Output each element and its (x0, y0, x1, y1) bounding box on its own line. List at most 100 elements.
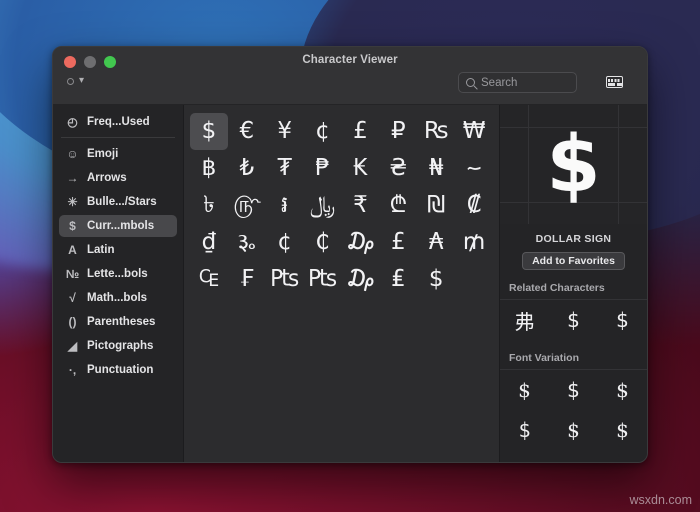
sidebar-item-label: Latin (87, 244, 115, 256)
window-body: ◴ Freq...Used ☺ Emoji → Arrows ✳ Bulle..… (53, 105, 647, 462)
character-cell[interactable]: ₡ (455, 187, 493, 224)
sidebar-item-pictographs[interactable]: ◢ Pictographs (59, 335, 177, 357)
character-cell[interactable]: ₨ (417, 113, 455, 150)
add-to-favorites-button[interactable]: Add to Favorites (522, 252, 625, 270)
character-grid-pane: $ € ¥ ¢ £ ₽ ₨ ₩ ฿ ₺ ₮ ₱ ₭ ₴ ₦ ؅ ৳ ௹ ៛ ﷼ ₹ ₾ ₪ ₡ ₫ ૱ ¢ ₵ ₯ £ ₳ ₥ ₠ ₣ ₧ ₧ ₯ ₤ $ (184, 105, 500, 462)
character-cell[interactable]: £ (342, 113, 380, 150)
sidebar-item-label: Emoji (87, 148, 119, 160)
character-cell[interactable]: ₴ (379, 150, 417, 187)
view-options-control[interactable]: ▾ (67, 76, 84, 86)
sidebar-item-emoji[interactable]: ☺ Emoji (59, 143, 177, 165)
character-preview: $ (500, 105, 647, 224)
character-cell[interactable]: ₯ (342, 224, 380, 261)
sidebar-item-arrows[interactable]: → Arrows (59, 167, 177, 189)
character-cell[interactable]: ¢ (304, 113, 342, 150)
sidebar-item-currency-symbols[interactable]: $ Curr...mbols (59, 215, 177, 237)
character-cell[interactable]: ₧ (304, 261, 342, 298)
character-viewer-window: Character Viewer ▾ ◴ Freq...Used (52, 46, 648, 463)
font-variation-cell[interactable]: $ (598, 370, 647, 410)
character-grid: $ € ¥ ¢ £ ₽ ₨ ₩ ฿ ₺ ₮ ₱ ₭ ₴ ₦ ؅ ৳ ௹ ៛ ﷼ ₹ ₾ ₪ ₡ ₫ ૱ ¢ ₵ ₯ £ ₳ ₥ ₠ ₣ ₧ ₧ ₯ ₤ $ (190, 113, 493, 298)
letter-a-icon: A (68, 243, 77, 257)
pictograph-icon: ◢ (67, 339, 78, 353)
window-titlebar[interactable]: Character Viewer ▾ (53, 47, 647, 105)
character-cell[interactable]: ₯ (342, 261, 380, 298)
font-variation-cell[interactable]: $ (500, 410, 549, 450)
character-detail-panel: $ DOLLAR SIGN Add to Favorites Related C… (500, 105, 647, 462)
character-cell[interactable]: ৳ (190, 187, 228, 224)
character-cell[interactable]: ៛ (266, 187, 304, 224)
character-cell[interactable]: ₽ (379, 113, 417, 150)
sidebar-item-label: Freq...Used (87, 116, 150, 128)
character-cell[interactable]: ₩ (455, 113, 493, 150)
character-cell[interactable]: ؅ (455, 150, 493, 187)
character-cell[interactable]: $ (190, 113, 228, 150)
character-cell[interactable]: ₫ (190, 224, 228, 261)
font-variation-cell[interactable]: $ (549, 370, 598, 410)
radical-icon: √ (69, 291, 76, 305)
character-cell[interactable]: ₠ (190, 261, 228, 298)
search-icon (466, 78, 475, 87)
asterisk-icon: ✳ (67, 195, 78, 209)
sidebar-divider (61, 137, 175, 138)
character-cell[interactable]: ₺ (228, 150, 266, 187)
sidebar-item-bullets-stars[interactable]: ✳ Bulle.../Stars (59, 191, 177, 213)
character-cell[interactable]: ฿ (190, 150, 228, 187)
font-variation-cell[interactable]: $ (500, 370, 549, 410)
character-cell[interactable]: ₳ (417, 224, 455, 261)
category-sidebar: ◴ Freq...Used ☺ Emoji → Arrows ✳ Bulle..… (53, 105, 184, 462)
sidebar-item-math-symbols[interactable]: √ Math...bols (59, 287, 177, 309)
related-character-cell[interactable]: $ (598, 300, 647, 340)
desktop-background: Character Viewer ▾ ◴ Freq...Used (0, 0, 700, 512)
chevron-down-icon[interactable]: ▾ (79, 76, 84, 86)
character-cell[interactable]: ૱ (228, 224, 266, 261)
character-cell[interactable]: $ (417, 261, 455, 298)
sidebar-item-letterlike-symbols[interactable]: № Lette...bols (59, 263, 177, 285)
character-cell[interactable]: ₮ (266, 150, 304, 187)
character-cell[interactable]: ₤ (379, 261, 417, 298)
related-character-cell[interactable]: $ (549, 300, 598, 340)
font-variation-cell[interactable]: $ (549, 410, 598, 450)
character-cell[interactable]: ₧ (266, 261, 304, 298)
character-cell[interactable]: ₾ (379, 187, 417, 224)
related-characters-grid: 弗 $ $ (500, 300, 647, 340)
character-cell[interactable]: ₥ (455, 224, 493, 261)
character-cell[interactable]: ₪ (417, 187, 455, 224)
character-cell[interactable]: ௹ (228, 187, 266, 224)
parentheses-icon: () (68, 315, 77, 329)
search-field[interactable] (458, 72, 635, 93)
character-cell[interactable]: ₱ (304, 150, 342, 187)
character-cell[interactable]: ﷼ (304, 187, 342, 224)
character-cell[interactable]: ₹ (342, 187, 380, 224)
sidebar-item-label: Lette...bols (87, 268, 148, 280)
character-cell[interactable]: ₣ (228, 261, 266, 298)
sidebar-item-label: Arrows (87, 172, 127, 184)
watermark: wsxdn.com (629, 493, 692, 507)
keyboard-viewer-button[interactable] (603, 71, 625, 93)
smiley-icon: ☺ (66, 147, 79, 161)
punctuation-icon: ·, (68, 363, 77, 377)
sidebar-item-frequently-used[interactable]: ◴ Freq...Used (59, 111, 177, 133)
preview-character: $ (546, 119, 601, 210)
character-cell[interactable]: £ (379, 224, 417, 261)
window-title: Character Viewer (302, 54, 398, 66)
font-variation-grid: $ $ $ $ $ $ (500, 370, 647, 450)
related-character-cell[interactable]: 弗 (500, 300, 549, 340)
character-cell[interactable]: ₭ (342, 150, 380, 187)
sidebar-item-latin[interactable]: A Latin (59, 239, 177, 261)
character-cell[interactable]: € (228, 113, 266, 150)
sidebar-item-label: Parentheses (87, 316, 156, 328)
sidebar-item-label: Bulle.../Stars (87, 196, 157, 208)
character-cell[interactable]: ¥ (266, 113, 304, 150)
sidebar-item-label: Punctuation (87, 364, 154, 376)
arrow-right-icon: → (66, 171, 79, 185)
sidebar-item-punctuation[interactable]: ·, Punctuation (59, 359, 177, 381)
keyboard-icon (605, 76, 623, 88)
sidebar-item-label: Curr...mbols (87, 220, 155, 232)
font-variation-cell[interactable]: $ (598, 410, 647, 450)
font-variation-title: Font Variation (500, 340, 647, 370)
related-characters-title: Related Characters (500, 270, 647, 300)
character-cell[interactable]: ¢ (266, 224, 304, 261)
character-cell[interactable]: ₵ (304, 224, 342, 261)
sidebar-item-parentheses[interactable]: () Parentheses (59, 311, 177, 333)
character-cell[interactable]: ₦ (417, 150, 455, 187)
